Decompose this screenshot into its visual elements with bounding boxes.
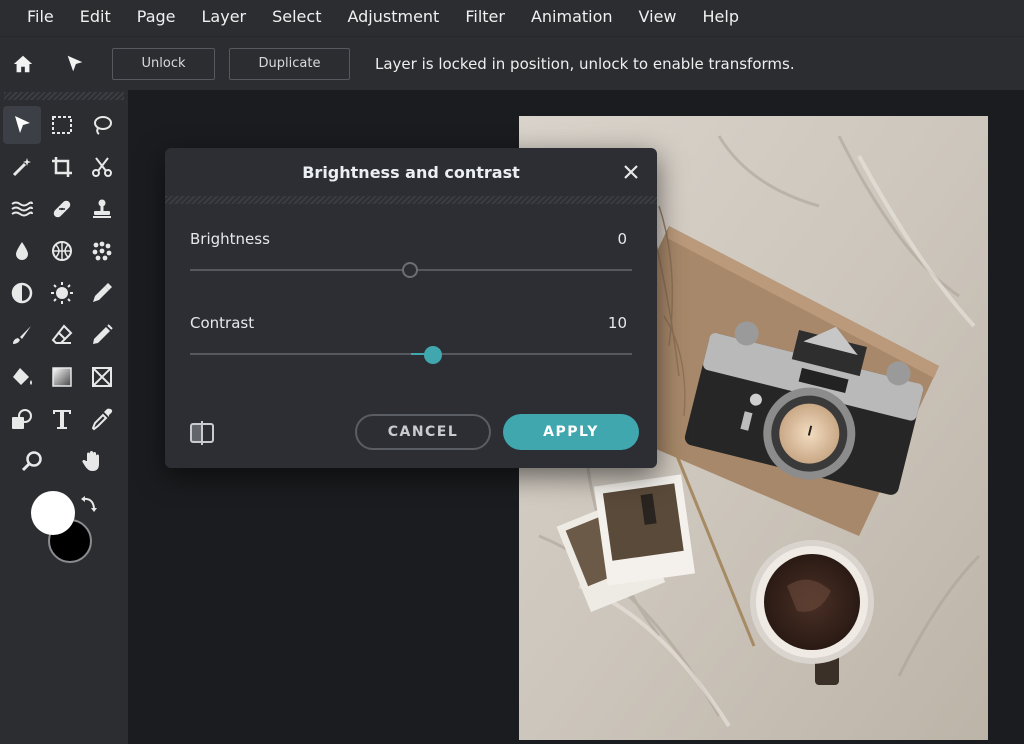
cut-icon[interactable] xyxy=(83,148,121,186)
color-picker-icon[interactable] xyxy=(83,274,121,312)
dialog-grip[interactable] xyxy=(165,196,657,204)
home-icon[interactable] xyxy=(0,37,46,91)
brightness-contrast-dialog: Brightness and contrast Brightness 0 Con… xyxy=(165,148,657,468)
sharpen-icon[interactable] xyxy=(43,274,81,312)
duplicate-button[interactable]: Duplicate xyxy=(229,47,350,80)
lock-status-message: Layer is locked in position, unlock to e… xyxy=(375,54,795,73)
clone-stamp-icon[interactable] xyxy=(83,190,121,228)
panel-grip[interactable] xyxy=(4,92,124,100)
pencil-icon[interactable] xyxy=(83,316,121,354)
tools-panel xyxy=(0,90,128,744)
brightness-label: Brightness xyxy=(190,230,270,248)
brightness-value: 0 xyxy=(617,230,627,248)
menu-filter[interactable]: Filter xyxy=(452,0,518,36)
unlock-button[interactable]: Unlock xyxy=(112,47,215,80)
menu-file[interactable]: File xyxy=(14,0,67,36)
shape-icon[interactable] xyxy=(3,400,41,438)
sponge-icon[interactable] xyxy=(43,232,81,270)
menu-adjustment[interactable]: Adjustment xyxy=(334,0,452,36)
gradient-icon[interactable] xyxy=(43,358,81,396)
menu-animation[interactable]: Animation xyxy=(518,0,626,36)
text-icon[interactable] xyxy=(43,400,81,438)
rectangle-select-icon[interactable] xyxy=(43,106,81,144)
pixelate-icon[interactable] xyxy=(83,232,121,270)
close-icon[interactable] xyxy=(619,160,643,184)
heal-icon[interactable] xyxy=(43,190,81,228)
cancel-button[interactable]: CANCEL xyxy=(355,414,491,450)
paint-bucket-icon[interactable] xyxy=(3,358,41,396)
options-bar: Unlock Duplicate Layer is locked in posi… xyxy=(0,36,1024,90)
menu-view[interactable]: View xyxy=(626,0,690,36)
menu-layer[interactable]: Layer xyxy=(189,0,260,36)
dialog-header[interactable]: Brightness and contrast xyxy=(165,148,657,196)
arrange-tool-icon[interactable] xyxy=(52,37,98,91)
contrast-slider-knob[interactable] xyxy=(424,346,442,364)
eyedropper-icon[interactable] xyxy=(83,400,121,438)
menu-page[interactable]: Page xyxy=(124,0,189,36)
menu-select[interactable]: Select xyxy=(259,0,334,36)
crop-icon[interactable] xyxy=(43,148,81,186)
contrast-label: Contrast xyxy=(190,314,255,332)
swap-colors-icon[interactable] xyxy=(79,495,99,515)
foreground-color-swatch[interactable] xyxy=(31,491,75,535)
eraser-icon[interactable] xyxy=(43,316,81,354)
compare-icon[interactable] xyxy=(189,420,215,446)
dodge-burn-icon[interactable] xyxy=(3,274,41,312)
menu-edit[interactable]: Edit xyxy=(67,0,124,36)
magic-wand-icon[interactable] xyxy=(3,148,41,186)
menu-help[interactable]: Help xyxy=(690,0,752,36)
apply-button[interactable]: APPLY xyxy=(503,414,639,450)
contrast-value: 10 xyxy=(607,314,627,332)
zoom-icon[interactable] xyxy=(13,442,51,480)
liquify-icon[interactable] xyxy=(3,190,41,228)
dialog-title: Brightness and contrast xyxy=(302,162,520,182)
menu-bar: File Edit Page Layer Select Adjustment F… xyxy=(0,0,1024,36)
arrange-tool-icon[interactable] xyxy=(3,106,41,144)
lasso-select-icon[interactable] xyxy=(83,106,121,144)
hand-icon[interactable] xyxy=(73,442,111,480)
brightness-slider-knob[interactable] xyxy=(402,262,418,278)
drawing-icon[interactable] xyxy=(83,358,121,396)
blur-icon[interactable] xyxy=(3,232,41,270)
brush-icon[interactable] xyxy=(3,316,41,354)
